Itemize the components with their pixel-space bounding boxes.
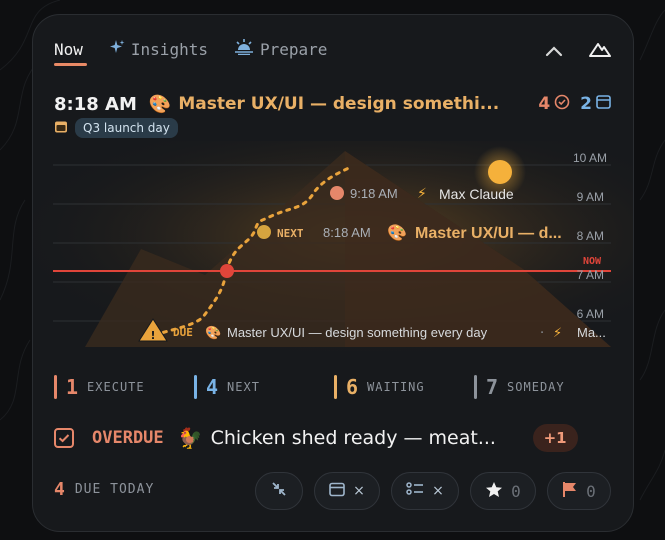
next-time: 8:18 AM [323,225,371,240]
next-up-time: 9:18 AM [350,186,398,201]
tab-prepare[interactable]: Prepare [234,37,327,61]
next-up-event[interactable]: 9:18 AM ⚡ Max Claude [330,186,514,202]
sparkle-icon [109,39,125,59]
bucket-count: 1 [66,375,79,399]
overdue-task-title: Chicken shed ready — meat... [210,427,496,449]
now-marker [220,264,234,278]
bucket-label: NEXT [227,380,260,394]
current-task-title: Master UX/UI — design somethi... [178,94,500,114]
calendar-filter-chip[interactable]: × [314,472,380,510]
current-counts: 4 2 [538,94,611,115]
next-title: Master UX/UI — d... [415,225,562,242]
warning-mark: ! [150,329,155,342]
collapse-button[interactable] [255,472,303,510]
tab-insights-label: Insights [130,39,208,59]
due-badge: DUE [173,326,193,339]
tag-row: Q3 launch day [54,118,178,138]
header-actions [545,41,611,61]
collapse-arrows-icon [271,481,287,501]
due-title: Master UX/UI — design something every da… [227,325,488,340]
mountain-icon[interactable] [589,41,611,61]
hour-label: 7 AM [577,268,604,282]
overdue-more-badge[interactable]: +1 [532,424,578,452]
check-circle-icon [554,94,570,115]
done-count-value: 4 [538,94,551,114]
tab-prepare-label: Prepare [259,39,328,59]
hour-label: 8 AM [577,229,604,243]
close-icon[interactable]: × [353,483,365,499]
current-time: 8:18 AM [54,93,137,115]
calendar-icon [596,94,611,114]
due-today-count: 4 [54,479,65,500]
bucket-label: WAITING [367,380,425,394]
bucket-count: 6 [346,375,359,399]
checklist-icon [406,481,424,501]
bucket-count: 4 [206,375,219,399]
bolt-icon: ⚡ [553,326,562,341]
active-tab-indicator [54,63,87,66]
due-today[interactable]: 4 DUE TODAY [54,479,154,500]
star-icon [485,481,503,502]
flagged-filter-chip[interactable]: 0 [547,472,611,510]
bucket-next[interactable]: 4 NEXT [194,373,260,401]
bucket-bar [194,375,197,399]
tab-bar: Now Insights Prepare [54,37,327,61]
status-buckets: 1 EXECUTE 4 NEXT 6 WAITING 7 SOMEDAY [54,373,614,401]
palette-emoji-icon: 🎨 [387,223,407,242]
bucket-execute[interactable]: 1 EXECUTE [54,373,145,401]
bucket-count: 7 [486,375,499,399]
bucket-bar [334,375,337,399]
sun-icon [488,160,512,184]
current-task-row[interactable]: 8:18 AM 🎨 Master UX/UI — design somethi.… [54,91,611,117]
bucket-label: EXECUTE [87,380,145,394]
tab-now[interactable]: Now [54,37,83,61]
flagged-count: 0 [586,481,596,501]
close-icon[interactable]: × [432,483,444,499]
tag-chip[interactable]: Q3 launch day [75,118,178,138]
bucket-waiting[interactable]: 6 WAITING [334,373,425,401]
rooster-emoji-icon: 🐓 [177,426,203,450]
calendar-icon [54,119,68,138]
calendar-icon [329,482,345,501]
bucket-someday[interactable]: 7 SOMEDAY [474,373,565,401]
calendar-count-value: 2 [580,94,592,114]
hour-label: 9 AM [577,190,604,204]
starred-count: 0 [511,481,521,501]
now-label: NOW [583,256,602,267]
next-badge: NEXT [277,227,304,240]
due-today-label: DUE TODAY [74,482,155,497]
chevron-up-icon[interactable] [545,42,563,61]
check-square-icon[interactable] [54,428,74,448]
filter-pills: × × 0 0 [255,472,611,510]
tab-insights[interactable]: Insights [109,37,208,61]
bucket-bar [474,375,477,399]
overdue-row[interactable]: OVERDUE 🐓 Chicken shed ready — meat... +… [54,423,614,453]
calendar-count[interactable]: 2 [580,94,611,114]
sunrise-icon [234,39,254,59]
starred-filter-chip[interactable]: 0 [470,472,536,510]
bolt-icon: ⚡ [417,186,427,202]
day-timeline-chart: 10 AM 9 AM 8 AM 7 AM 6 AM NOW 9:18 AM ⚡ … [33,141,633,351]
palette-emoji-icon: 🎨 [205,324,221,341]
tab-now-label: Now [54,39,83,59]
focus-widget-card: Now Insights Prepare 8:18 AM 🎨 Master UX… [32,14,634,532]
bucket-bar [54,375,57,399]
due-more: Ma... [577,325,606,340]
hour-label: 10 AM [573,151,607,165]
separator-dot: · [540,326,544,341]
overdue-label: OVERDUE [92,428,164,448]
hour-label: 6 AM [577,307,604,321]
bucket-label: SOMEDAY [507,380,565,394]
palette-emoji-icon: 🎨 [148,93,172,115]
done-count[interactable]: 4 [538,94,570,115]
next-up-title: Max Claude [439,186,514,202]
flag-icon [562,481,578,502]
checklist-filter-chip[interactable]: × [391,472,459,510]
